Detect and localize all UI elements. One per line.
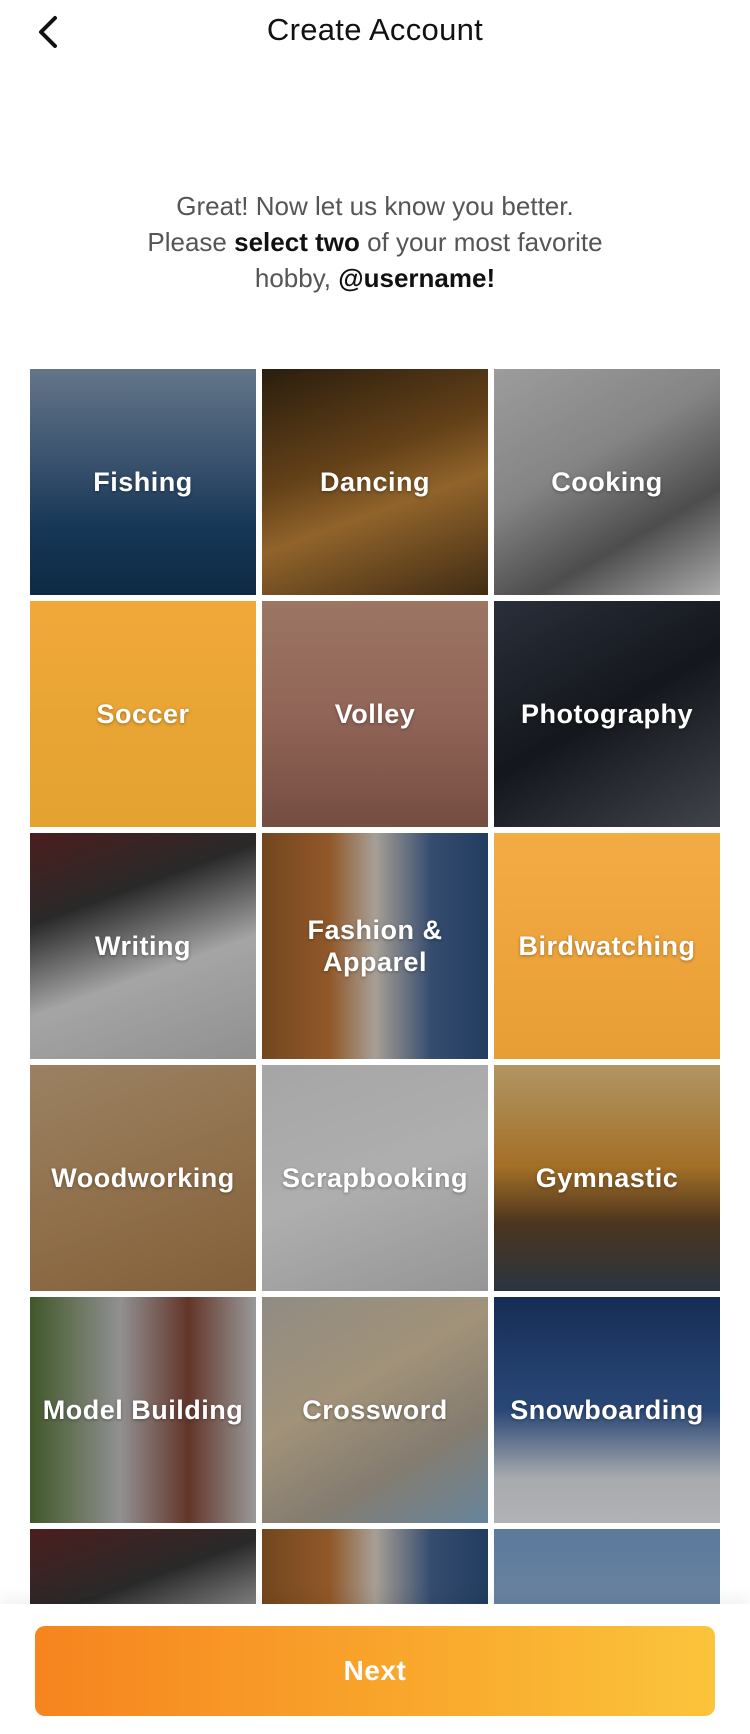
intro-line-3: hobby, @username! — [60, 260, 690, 296]
intro-emphasis: select two — [234, 227, 360, 257]
hobby-tile-snowboarding[interactable]: Snowboarding — [494, 1297, 720, 1523]
hobby-tile-photography[interactable]: Photography — [494, 601, 720, 827]
hobby-tile-gymnastic[interactable]: Gymnastic — [494, 1065, 720, 1291]
hobby-tile-birdwatching[interactable]: Birdwatching — [494, 833, 720, 1059]
hobby-label: Cooking — [551, 467, 663, 497]
hobby-tile-woodworking[interactable]: Woodworking — [30, 1065, 256, 1291]
intro-text: Great! Now let us know you better. Pleas… — [60, 188, 690, 296]
hobby-tile-row6-c[interactable] — [494, 1529, 720, 1604]
hobby-label: Writing — [95, 931, 191, 961]
hobby-label: Snowboarding — [510, 1395, 704, 1425]
next-button[interactable]: Next — [35, 1626, 715, 1716]
hobby-tile-volley[interactable]: Volley — [262, 601, 488, 827]
footer: Next — [0, 1604, 750, 1734]
intro-line-2-post: of your most favorite — [359, 227, 603, 257]
hobby-grid: Fishing Dancing Cooking Soccer Volley Ph… — [30, 369, 720, 1604]
header: Create Account — [0, 0, 750, 64]
intro-line-2: Please select two of your most favorite — [60, 224, 690, 260]
username-mention: @username! — [338, 263, 496, 293]
page-title: Create Account — [266, 12, 484, 47]
hobby-label: Crossword — [302, 1395, 448, 1425]
hobby-tile-cooking[interactable]: Cooking — [494, 369, 720, 595]
hobby-tile-row6-b[interactable] — [262, 1529, 488, 1604]
hobby-label: Fashion & Apparel — [307, 915, 443, 977]
intro-line-3-pre: hobby, — [254, 263, 339, 293]
hobby-tile-soccer[interactable]: Soccer — [30, 601, 256, 827]
hobby-tile-fashion[interactable]: Fashion & Apparel — [262, 833, 488, 1059]
hobby-tile-crossword[interactable]: Crossword — [262, 1297, 488, 1523]
hobby-tile-model-building[interactable]: Model Building — [30, 1297, 256, 1523]
hobby-label: Photography — [521, 699, 693, 729]
hobby-label: Soccer — [96, 699, 190, 729]
hobby-tile-writing[interactable]: Writing — [30, 833, 256, 1059]
hobby-label: Volley — [334, 699, 416, 729]
hobby-label: Woodworking — [51, 1163, 235, 1193]
hobby-tile-scrapbooking[interactable]: Scrapbooking — [262, 1065, 488, 1291]
hobby-label: Dancing — [319, 467, 430, 497]
hobby-label: Gymnastic — [535, 1163, 679, 1193]
hobby-label: Birdwatching — [518, 931, 696, 961]
hobby-tile-dancing[interactable]: Dancing — [262, 369, 488, 595]
hobby-label: Scrapbooking — [281, 1163, 469, 1193]
intro-line-2-pre: Please — [147, 227, 235, 257]
hobby-label: Model Building — [42, 1395, 244, 1425]
hobby-tile-row6-a[interactable] — [30, 1529, 256, 1604]
intro-line-1: Great! Now let us know you better. — [176, 191, 574, 221]
hobby-label: Fishing — [93, 467, 193, 497]
hobby-tile-fishing[interactable]: Fishing — [30, 369, 256, 595]
